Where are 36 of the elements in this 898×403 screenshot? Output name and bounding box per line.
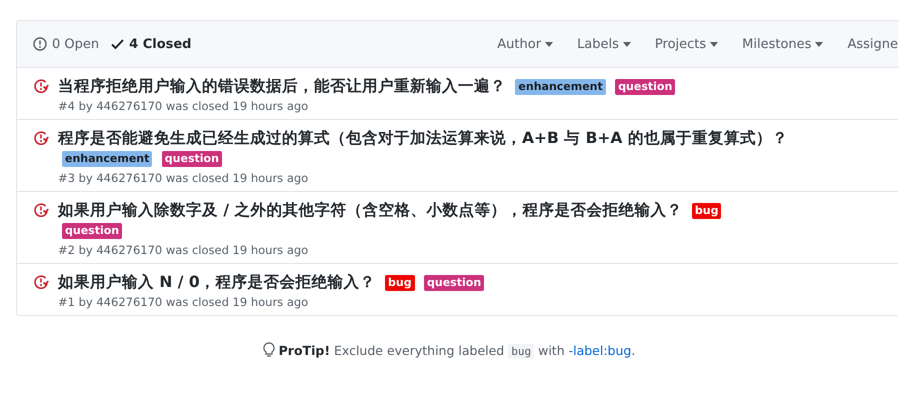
issue-meta: #2 by 446276170 was closed 19 hours ago — [58, 243, 310, 257]
issue-title[interactable]: 当程序拒绝用户输入的错误数据后，能否让用户重新输入一遍？ — [58, 77, 506, 95]
caret-icon — [622, 42, 631, 46]
issue-label[interactable]: question — [62, 223, 122, 239]
lightbulb-icon — [262, 342, 275, 358]
state-tab[interactable]: 4 Closed — [111, 36, 192, 52]
issue-title[interactable]: 如果用户输入 N / 0，程序是否会拒绝输入？ — [58, 273, 376, 291]
filter-dropdown[interactable]: Projects — [654, 36, 718, 52]
issue-meta: #4 by 446276170 was closed 19 hours ago — [58, 99, 310, 113]
closed-issue-icon — [33, 202, 49, 218]
issue-meta: #3 by 446276170 was closed 19 hours ago — [58, 171, 310, 185]
search-link[interactable]: -label:bug — [568, 342, 632, 358]
issue-label[interactable]: question — [424, 275, 484, 291]
issue-label[interactable]: bug — [385, 275, 415, 291]
check-icon — [111, 38, 124, 50]
issue-open-icon — [33, 37, 47, 51]
issue-label[interactable]: bug — [692, 203, 722, 219]
issue-title[interactable]: 如果用户输入除数字及 / 之外的其他字符（含空格、小数点等），程序是否会拒绝输入？ — [58, 201, 682, 219]
state-tab[interactable]: 0 Open — [33, 36, 100, 52]
issue-label[interactable]: question — [615, 79, 676, 95]
issue-label[interactable]: question — [162, 151, 222, 167]
issue-label[interactable]: enhancement — [515, 79, 606, 95]
closed-issue-icon — [33, 78, 49, 94]
filter-dropdown[interactable]: Milestones — [742, 36, 824, 52]
caret-icon — [545, 42, 554, 46]
closed-issue-icon — [33, 274, 49, 290]
filter-dropdown[interactable]: Assigne — [847, 36, 898, 52]
issue-title[interactable]: 程序是否能避免生成已经生成过的算式（包含对于加法运算来说，A+B 与 B+A 的也属于重复算式）？ — [58, 129, 788, 147]
filter-dropdown[interactable]: Author — [497, 36, 554, 52]
caret-icon — [815, 42, 824, 46]
protip-text: ProTip! Exclude everything labeled bug with -label:bug. — [278, 342, 636, 358]
issue-label[interactable]: enhancement — [62, 151, 152, 167]
filter-dropdown[interactable]: Labels — [577, 36, 631, 52]
closed-issue-icon — [33, 130, 49, 146]
issue-meta: #1 by 446276170 was closed 19 hours ago — [58, 295, 310, 309]
caret-icon — [710, 42, 718, 46]
